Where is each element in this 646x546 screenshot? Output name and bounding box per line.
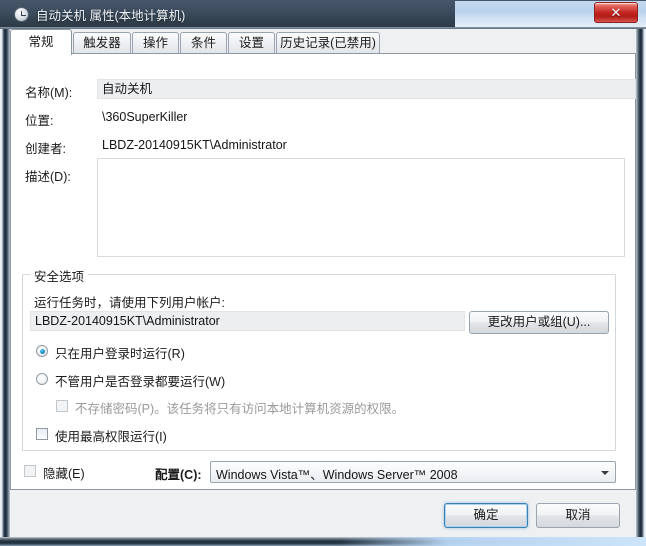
window-border-right	[636, 0, 646, 546]
location-label: 位置:	[25, 114, 54, 128]
tab-strip: 常规 触发器 操作 条件 设置 历史记录(已禁用)	[10, 29, 636, 55]
name-field[interactable]: 自动关机	[97, 79, 636, 99]
tab-settings[interactable]: 设置	[228, 32, 275, 54]
checkbox-unchecked-icon	[24, 465, 36, 477]
location-value: \360SuperKiller	[102, 110, 188, 124]
description-label: 描述(D):	[25, 170, 71, 184]
tab-actions[interactable]: 操作	[132, 32, 179, 54]
task-properties-window: 自动关机 属性(本地计算机) ✕ 常规 触发器 操作 条件 设置 历史记录(已禁…	[0, 0, 646, 546]
account-prompt: 运行任务时，请使用下列用户帐户:	[34, 296, 225, 310]
ok-button[interactable]: 确定	[444, 503, 528, 528]
checkbox-do-not-store-password-label: 不存储密码(P)。该任务将只有访问本地计算机资源的权限。	[75, 402, 405, 416]
close-button[interactable]: ✕	[594, 2, 638, 23]
tab-general[interactable]: 常规	[10, 29, 72, 55]
cancel-button[interactable]: 取消	[536, 503, 620, 528]
close-icon: ✕	[610, 5, 622, 20]
radio-selected-icon	[36, 345, 48, 357]
window-title: 自动关机 属性(本地计算机)	[36, 9, 186, 23]
checkbox-unchecked-icon	[36, 428, 48, 440]
configure-label: 配置(C):	[155, 468, 202, 482]
configure-for-dropdown[interactable]: Windows Vista™、Windows Server™ 2008	[210, 461, 616, 483]
security-options-title: 安全选项	[30, 266, 89, 285]
tab-history[interactable]: 历史记录(已禁用)	[276, 32, 380, 54]
radio-run-only-when-user-logged-on-label: 只在用户登录时运行(R)	[55, 347, 185, 361]
name-label: 名称(M):	[25, 86, 73, 100]
user-account-field[interactable]: LBDZ-20140915KT\Administrator	[30, 311, 465, 331]
title-bar[interactable]: 自动关机 属性(本地计算机) ✕	[0, 0, 646, 29]
tab-conditions[interactable]: 条件	[180, 32, 227, 54]
author-label: 创建者:	[25, 142, 66, 156]
author-value: LBDZ-20140915KT\Administrator	[102, 138, 287, 152]
tab-triggers[interactable]: 触发器	[73, 32, 131, 54]
checkbox-run-with-highest-privileges-label: 使用最高权限运行(I)	[55, 430, 167, 444]
window-border-left	[0, 0, 10, 546]
radio-unselected-icon	[36, 373, 48, 385]
window-border-bottom-glow	[340, 537, 646, 546]
checkbox-unchecked-icon	[56, 400, 68, 412]
description-input[interactable]	[97, 158, 625, 257]
chevron-down-icon	[601, 471, 609, 475]
checkbox-hidden-label: 隐藏(E)	[43, 467, 85, 481]
clock-icon	[14, 7, 29, 22]
configure-for-selected-value: Windows Vista™、Windows Server™ 2008	[216, 468, 458, 482]
radio-run-whether-user-logged-on-or-not-label: 不管用户是否登录都要运行(W)	[55, 375, 226, 389]
change-user-or-group-button[interactable]: 更改用户或组(U)...	[469, 311, 609, 334]
